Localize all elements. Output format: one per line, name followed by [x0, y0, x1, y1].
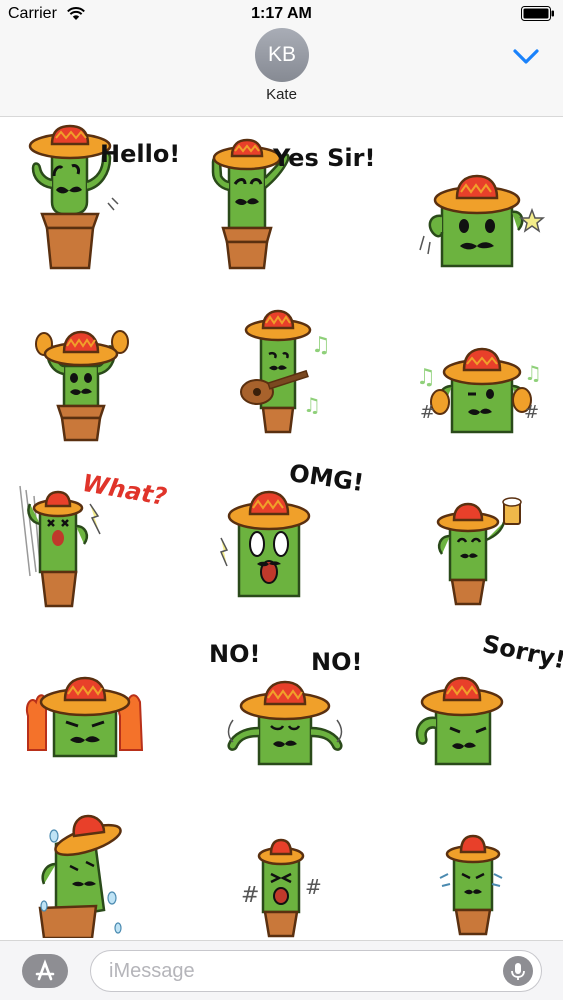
svg-text:♫: ♫ — [416, 365, 436, 390]
microphone-button[interactable] — [503, 956, 533, 986]
sticker-caption: Hello! — [100, 140, 181, 168]
cactus-sticker-icon — [26, 676, 144, 758]
svg-text:♫: ♫ — [303, 393, 321, 417]
sticker-angry[interactable] — [0, 610, 187, 774]
svg-text:#: # — [524, 402, 539, 423]
cactus-sticker-icon — [38, 814, 122, 938]
sticker-sorry[interactable]: Sorry! — [374, 610, 563, 774]
sticker-sobbing[interactable] — [374, 774, 561, 938]
cactus-sticker-icon — [211, 138, 290, 270]
sticker-yes-sir[interactable]: Yes Sir! — [187, 118, 376, 282]
composer-bar — [0, 940, 563, 1000]
battery-icon — [521, 6, 554, 21]
contact-name[interactable]: Kate — [0, 86, 563, 103]
cactus-sticker-icon — [439, 834, 503, 936]
cactus-sticker-icon: ♫ ♫ — [240, 309, 331, 434]
sticker-what[interactable]: What? — [0, 446, 187, 610]
cactus-sticker-icon: # # — [241, 838, 322, 938]
svg-text:♫: ♫ — [311, 333, 331, 358]
cactus-sticker-icon — [415, 676, 504, 766]
message-field[interactable] — [90, 950, 542, 992]
status-bar: Carrier 1:17 AM — [0, 0, 563, 28]
cactus-sticker-icon — [227, 680, 343, 766]
sticker-crying[interactable] — [0, 774, 187, 938]
svg-text:#: # — [305, 875, 322, 899]
sticker-maracas[interactable] — [0, 282, 187, 446]
cactus-sticker-icon — [35, 330, 129, 442]
svg-text:#: # — [241, 883, 259, 908]
sticker-guitar[interactable]: ♫ ♫ — [187, 282, 374, 446]
chevron-down-icon[interactable] — [511, 44, 541, 68]
app-store-icon — [35, 959, 55, 981]
avatar[interactable]: KB — [255, 28, 309, 82]
svg-text:#: # — [420, 402, 435, 423]
sticker-salute[interactable] — [374, 118, 561, 282]
cactus-sticker-icon — [419, 174, 546, 268]
sticker-no-no[interactable]: NO! NO! — [187, 610, 374, 774]
sticker-maracas-wink[interactable]: ♫ ♫ # # — [374, 282, 561, 446]
cactus-sticker-icon: ♫ ♫ # # — [416, 347, 542, 434]
sticker-caption: Yes Sir! — [273, 144, 376, 172]
microphone-icon — [511, 963, 525, 980]
sticker-omg[interactable]: OMG! — [187, 446, 374, 610]
sticker-caption-second: NO! — [311, 648, 363, 676]
sticker-laughing[interactable]: # # — [187, 774, 374, 938]
status-time: 1:17 AM — [251, 5, 312, 22]
app-store-button[interactable] — [22, 954, 68, 988]
cactus-sticker-icon — [436, 497, 522, 606]
sticker-hello[interactable]: Hello! — [0, 118, 187, 282]
sticker-caption: NO! — [209, 640, 261, 668]
sticker-grid: Hello! Yes Sir! ♫ ♫ ♫ ♫ # # What? OMG! N… — [0, 118, 563, 940]
svg-text:♫: ♫ — [524, 361, 542, 385]
message-input[interactable] — [109, 951, 489, 991]
sticker-cheers[interactable] — [374, 446, 561, 610]
